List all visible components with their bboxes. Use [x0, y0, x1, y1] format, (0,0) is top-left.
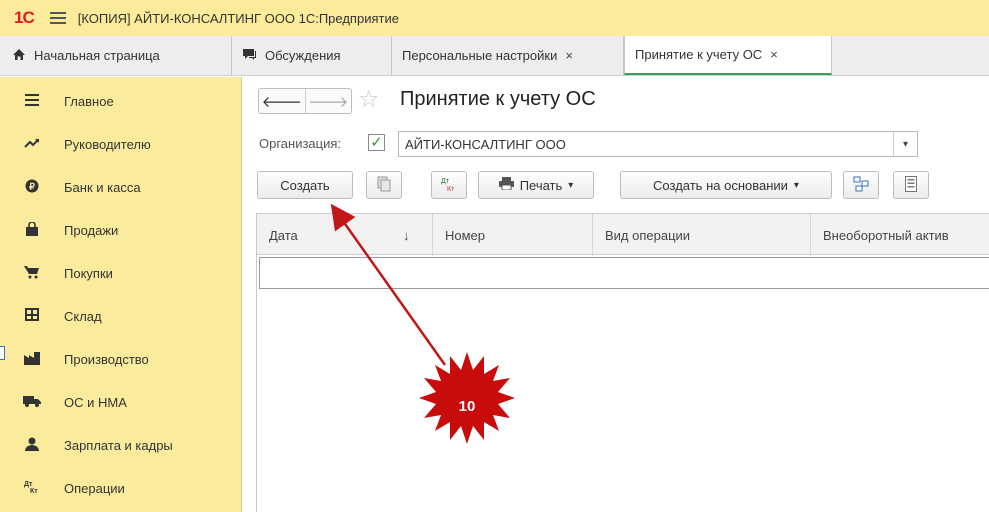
sidebar-item-label: Покупки [64, 265, 113, 281]
scroll-marker [0, 346, 5, 360]
svg-text:Кт: Кт [447, 186, 455, 192]
printer-icon [498, 177, 514, 193]
sidebar-item-production[interactable]: Производство [0, 345, 242, 373]
sidebar-item-purchases[interactable]: Покупки [0, 259, 242, 287]
sidebar-item-label: Главное [64, 93, 114, 109]
annotation-badge-number: 10 [458, 398, 476, 415]
truck-icon [22, 395, 42, 410]
table-row[interactable] [259, 257, 989, 289]
tab-discussions[interactable]: Обсуждения [232, 36, 392, 75]
sidebar: Главное Руководителю ₽ Банк и касса Прод… [0, 77, 242, 512]
column-header-fixed-asset[interactable]: Внеоборотный актив [811, 214, 989, 256]
sidebar-item-label: Банк и касса [64, 179, 141, 195]
tab-label: Начальная страница [34, 48, 160, 63]
1c-logo[interactable]: 1С [14, 8, 35, 28]
org-label: Организация: [259, 136, 342, 151]
column-header-number[interactable]: Номер [433, 214, 593, 256]
tab-asset-acceptance[interactable]: Принятие к учету ОС × [624, 36, 832, 75]
tab-label: Персональные настройки [402, 48, 558, 63]
svg-text:Дт: Дт [441, 178, 450, 185]
tab-home[interactable]: Начальная страница [0, 36, 232, 75]
report-button[interactable] [893, 171, 929, 199]
sidebar-item-sales[interactable]: Продажи [0, 216, 242, 244]
org-field[interactable]: АЙТИ-КОНСАЛТИНГ ООО ▾ [398, 131, 918, 157]
sidebar-item-payroll[interactable]: Зарплата и кадры [0, 431, 242, 459]
favorite-star-icon[interactable]: ☆ [358, 87, 380, 113]
chevron-down-icon: ▾ [793, 179, 799, 191]
copy-icon [377, 176, 391, 195]
chart-trend-icon [22, 137, 42, 152]
sidebar-item-bank[interactable]: ₽ Банк и касса [0, 173, 242, 201]
dt-kt-icon: Дт Кт [22, 480, 42, 497]
svg-text:Кт: Кт [30, 488, 38, 494]
sidebar-item-label: Руководителю [64, 136, 151, 152]
chat-icon [242, 48, 257, 64]
copy-button[interactable] [366, 171, 402, 199]
warehouse-icon [22, 308, 42, 324]
tab-label: Обсуждения [265, 48, 341, 63]
list-icon [22, 93, 42, 109]
sidebar-item-label: Склад [64, 308, 102, 324]
coin-icon: ₽ [22, 179, 42, 196]
dt-kt-button[interactable]: Дт Кт [431, 171, 467, 199]
factory-icon [22, 351, 42, 368]
sidebar-item-operations[interactable]: Дт Кт Операции [0, 474, 242, 502]
sidebar-item-fixed-assets[interactable]: ОС и НМА [0, 388, 242, 416]
menu-icon[interactable] [49, 12, 66, 24]
create-based-on-button[interactable]: Создать на основании ▾ [620, 171, 832, 199]
dropdown-icon[interactable]: ▾ [893, 132, 917, 156]
cart-icon [22, 265, 42, 282]
tab-bar: Начальная страница Обсуждения Персональн… [0, 36, 989, 76]
sidebar-item-label: Операции [64, 480, 125, 496]
create-button[interactable]: Создать [257, 171, 353, 199]
page-title: Принятие к учету ОС [400, 88, 596, 110]
window-title: [КОПИЯ] АЙТИ-КОНСАЛТИНГ ООО 1С:Предприят… [77, 10, 399, 26]
person-icon [22, 437, 42, 454]
close-icon[interactable]: × [770, 47, 778, 62]
svg-text:Дт: Дт [24, 481, 33, 488]
tab-label: Принятие к учету ОС [635, 47, 763, 62]
back-button[interactable]: 🡐 [259, 89, 305, 113]
structure-icon [853, 176, 869, 195]
column-header-date[interactable]: Дата [257, 214, 397, 256]
close-icon[interactable]: × [565, 48, 573, 63]
nav-buttons: 🡐 🡒 [258, 88, 352, 114]
org-filter-checkbox[interactable]: ✓ [368, 134, 385, 151]
documents-table: Дата ↓ Номер Вид операции Внеоборотный а… [256, 213, 989, 512]
table-header: Дата ↓ Номер Вид операции Внеоборотный а… [257, 213, 989, 256]
org-value: АЙТИ-КОНСАЛТИНГ ООО [405, 136, 566, 152]
dt-kt-icon: Дт Кт [440, 176, 458, 195]
sidebar-item-label: Зарплата и кадры [64, 437, 173, 453]
chevron-down-icon: ▾ [568, 179, 574, 191]
home-icon [12, 48, 26, 64]
sidebar-item-warehouse[interactable]: Склад [0, 302, 242, 330]
sidebar-item-label: ОС и НМА [64, 394, 127, 410]
print-button[interactable]: Печать ▾ [478, 171, 594, 199]
svg-text:₽: ₽ [29, 181, 35, 191]
structure-button[interactable] [843, 171, 879, 199]
document-icon [905, 175, 917, 195]
app-window: 1С [КОПИЯ] АЙТИ-КОНСАЛТИНГ ООО 1С:Предпр… [0, 0, 989, 512]
sidebar-item-main[interactable]: Главное [0, 87, 242, 115]
sidebar-item-label: Производство [64, 351, 149, 367]
column-header-operation-type[interactable]: Вид операции [593, 214, 811, 256]
bag-icon [22, 220, 42, 239]
forward-button[interactable]: 🡒 [304, 89, 352, 113]
tab-personal-settings[interactable]: Персональные настройки × [392, 36, 624, 75]
sort-arrow-icon[interactable]: ↓ [397, 214, 433, 256]
title-bar: 1С [КОПИЯ] АЙТИ-КОНСАЛТИНГ ООО 1С:Предпр… [0, 0, 989, 36]
sidebar-item-manager[interactable]: Руководителю [0, 130, 242, 158]
sidebar-item-label: Продажи [64, 222, 119, 238]
